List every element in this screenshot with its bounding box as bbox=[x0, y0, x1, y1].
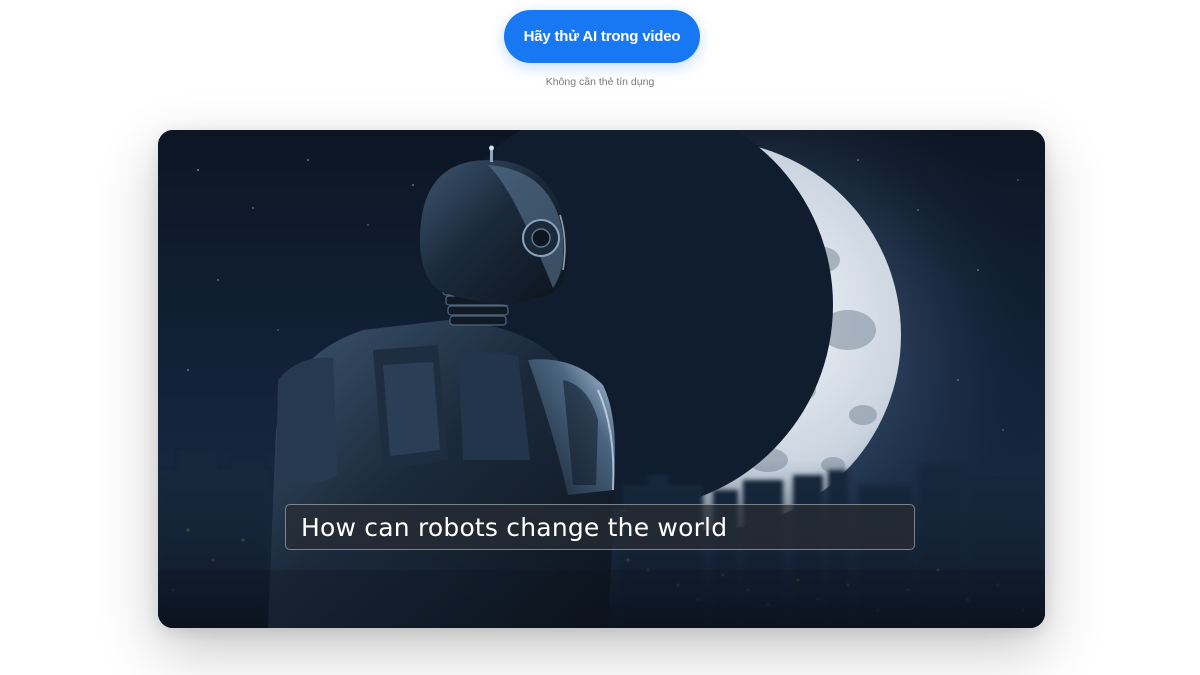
try-ai-video-button[interactable]: Hãy thử AI trong video bbox=[504, 10, 700, 63]
no-credit-card-note: Không cần thẻ tín dụng bbox=[545, 76, 655, 88]
page: Hãy thử AI trong video Không cần thẻ tín… bbox=[0, 0, 1200, 675]
robot-moon-city-scene bbox=[158, 130, 1045, 628]
video-caption: How can robots change the world bbox=[285, 504, 915, 550]
video-preview[interactable]: How can robots change the world bbox=[158, 130, 1045, 628]
